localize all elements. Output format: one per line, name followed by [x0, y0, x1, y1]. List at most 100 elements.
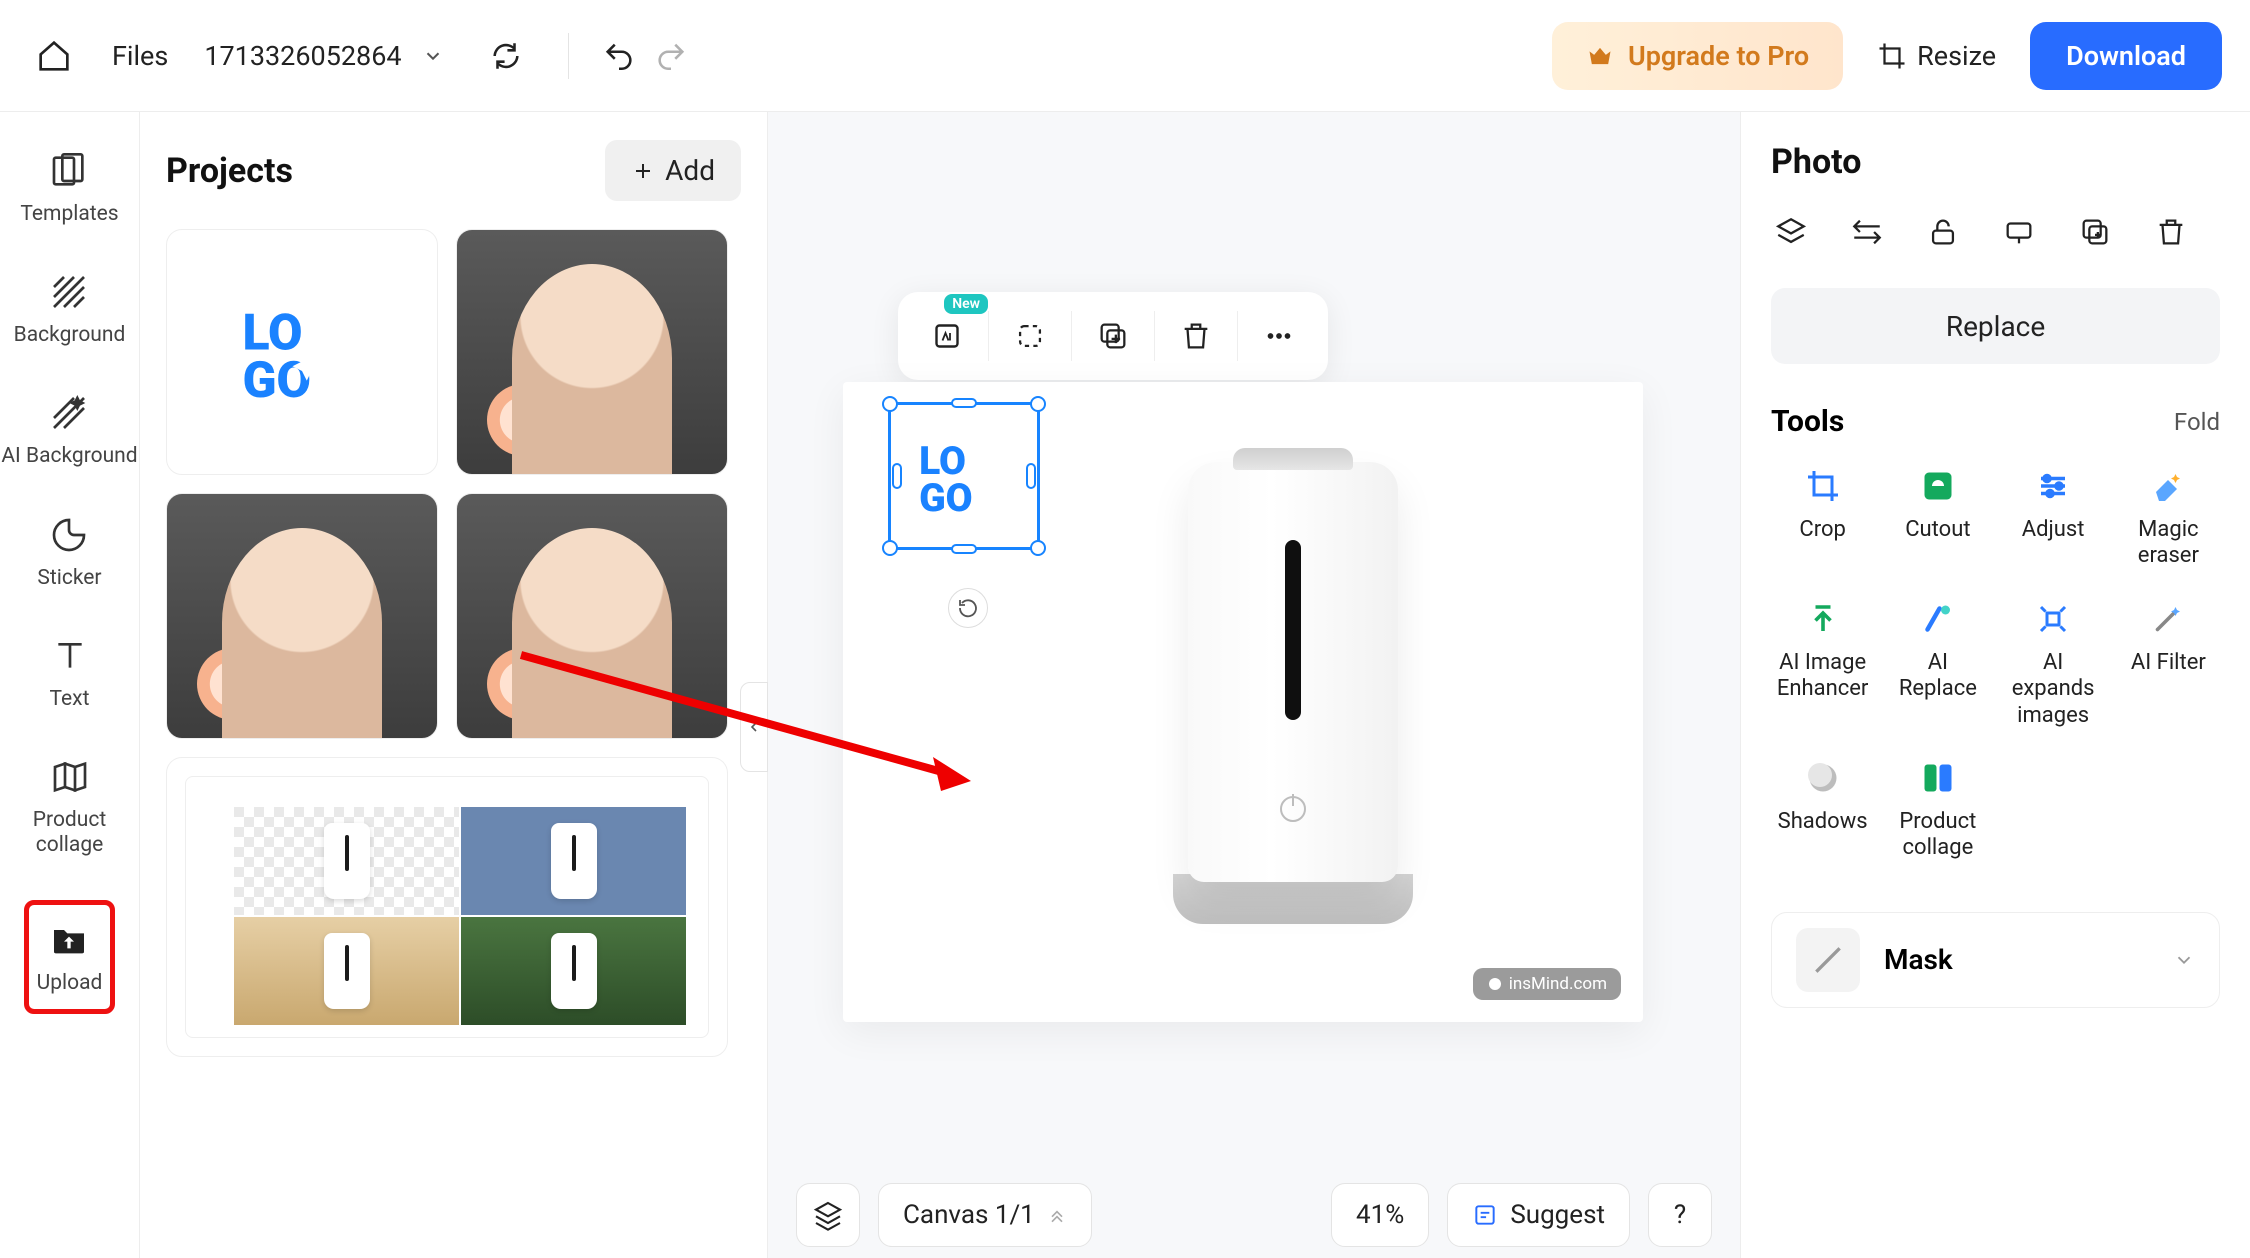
sidebar-item-background[interactable]: Background	[14, 269, 126, 348]
collage-icon	[1917, 757, 1959, 799]
plus-icon	[631, 159, 655, 183]
project-thumb-person-2[interactable]	[166, 493, 438, 739]
mask-section[interactable]: Mask	[1771, 912, 2220, 1008]
rotate-handle[interactable]	[948, 588, 988, 628]
delete-photo-button[interactable]	[2151, 212, 2191, 252]
resize-handle-bl[interactable]	[882, 540, 898, 556]
copy-button[interactable]	[2075, 212, 2115, 252]
chevron-up-icon	[1047, 1205, 1067, 1225]
suggest-button[interactable]: Suggest	[1447, 1183, 1630, 1247]
suggest-label: Suggest	[1510, 1200, 1605, 1230]
select-button[interactable]	[993, 302, 1067, 370]
svg-text:GO: GO	[919, 475, 973, 517]
replace-button[interactable]: Replace	[1771, 288, 2220, 364]
more-button[interactable]	[1242, 302, 1316, 370]
home-button[interactable]	[28, 30, 80, 82]
upgrade-button[interactable]: Upgrade to Pro	[1552, 22, 1843, 90]
document-name-text: 1713326052864	[204, 40, 401, 72]
lock-button[interactable]	[1923, 212, 1963, 252]
sticker-icon	[46, 512, 92, 558]
tools-title: Tools	[1771, 404, 1844, 439]
project-thumb-logo[interactable]: LOGO	[166, 229, 438, 475]
sidebar-item-product-collage[interactable]: Product collage	[0, 754, 139, 858]
undo-button[interactable]	[593, 30, 645, 82]
zoom-level[interactable]: 41%	[1331, 1183, 1429, 1247]
document-name[interactable]: 1713326052864	[204, 40, 443, 72]
selected-logo-element[interactable]: LOGO	[888, 402, 1040, 550]
ai-tool-button[interactable]: New	[910, 302, 984, 370]
separator	[568, 33, 569, 79]
download-button[interactable]: Download	[2030, 22, 2222, 90]
crown-icon	[1586, 42, 1614, 70]
enhancer-icon	[1802, 598, 1844, 640]
upload-icon	[46, 917, 92, 963]
canvas-pager[interactable]: Canvas 1/1	[878, 1183, 1092, 1247]
sidebar-item-ai-background[interactable]: AI Background	[1, 390, 137, 469]
upgrade-label: Upgrade to Pro	[1628, 40, 1809, 72]
tool-crop[interactable]: Crop	[1771, 465, 1874, 570]
svg-text:GO: GO	[242, 352, 311, 402]
sidebar-item-templates[interactable]: Templates	[20, 148, 118, 227]
expand-icon	[2032, 598, 2074, 640]
resize-button[interactable]: Resize	[1877, 40, 1996, 72]
ai-background-icon	[46, 390, 92, 436]
files-breadcrumb[interactable]: Files	[112, 40, 168, 72]
help-button[interactable]: ?	[1648, 1183, 1712, 1247]
resize-label: Resize	[1917, 40, 1996, 72]
sidebar-item-upload[interactable]: Upload	[24, 900, 116, 1013]
resize-handle-tr[interactable]	[1030, 396, 1046, 412]
resize-handle-tl[interactable]	[882, 396, 898, 412]
product-image[interactable]	[1153, 462, 1433, 952]
adjust-icon	[2032, 465, 2074, 507]
opacity-button[interactable]	[1999, 212, 2039, 252]
resize-handle-r[interactable]	[1026, 463, 1036, 489]
sidebar-item-label: Background	[14, 323, 126, 348]
resize-handle-l[interactable]	[892, 463, 902, 489]
tool-cutout[interactable]: Cutout	[1886, 465, 1989, 570]
add-button[interactable]: Add	[605, 140, 741, 201]
resize-handle-b[interactable]	[951, 544, 977, 554]
ai-filter-icon	[2147, 598, 2189, 640]
collapse-panel-button[interactable]	[740, 682, 768, 772]
duplicate-button[interactable]	[1076, 302, 1150, 370]
chevron-left-icon	[746, 719, 762, 735]
projects-title: Projects	[166, 151, 293, 191]
tool-ai-replace[interactable]: AI Replace	[1886, 598, 1989, 729]
resize-handle-t[interactable]	[951, 398, 977, 408]
mask-thumb	[1796, 928, 1860, 992]
resize-handle-br[interactable]	[1030, 540, 1046, 556]
tool-shadows[interactable]: Shadows	[1771, 757, 1874, 862]
sidebar-item-label: Sticker	[37, 566, 101, 591]
sidebar-item-label: Product collage	[0, 808, 139, 858]
tool-ai-filter[interactable]: AI Filter	[2117, 598, 2220, 729]
sidebar-item-label: Text	[50, 687, 90, 712]
replace-label: Replace	[1946, 310, 2045, 343]
context-toolbar: New	[898, 292, 1328, 380]
sidebar-item-text[interactable]: Text	[47, 633, 93, 712]
ai-replace-icon	[1917, 598, 1959, 640]
layers-button[interactable]	[796, 1183, 860, 1247]
cutout-icon	[1917, 465, 1959, 507]
tool-product-collage[interactable]: Product collage	[1886, 757, 1989, 862]
suggest-icon	[1472, 1202, 1498, 1228]
project-thumb-person-3[interactable]	[456, 493, 728, 739]
watermark-icon	[1487, 976, 1503, 992]
tool-magic-eraser[interactable]: Magic eraser	[2117, 465, 2220, 570]
project-thumb-person-1[interactable]	[456, 229, 728, 475]
sync-button[interactable]	[480, 30, 532, 82]
redo-button[interactable]	[645, 30, 697, 82]
layer-order-button[interactable]	[1771, 212, 1811, 252]
fold-button[interactable]: Fold	[2174, 408, 2220, 436]
right-panel-title: Photo	[1771, 142, 2220, 182]
project-thumb-collage[interactable]	[166, 757, 728, 1057]
tool-ai-expand[interactable]: AI expands images	[2002, 598, 2105, 729]
flip-button[interactable]	[1847, 212, 1887, 252]
add-label: Add	[665, 154, 715, 187]
sidebar-item-sticker[interactable]: Sticker	[37, 512, 101, 591]
background-icon	[46, 269, 92, 315]
tool-ai-image-enhancer[interactable]: AI Image Enhancer	[1771, 598, 1874, 729]
delete-button[interactable]	[1159, 302, 1233, 370]
product-collage-icon	[47, 754, 93, 800]
sidebar-item-label: Templates	[20, 202, 118, 227]
tool-adjust[interactable]: Adjust	[2002, 465, 2105, 570]
